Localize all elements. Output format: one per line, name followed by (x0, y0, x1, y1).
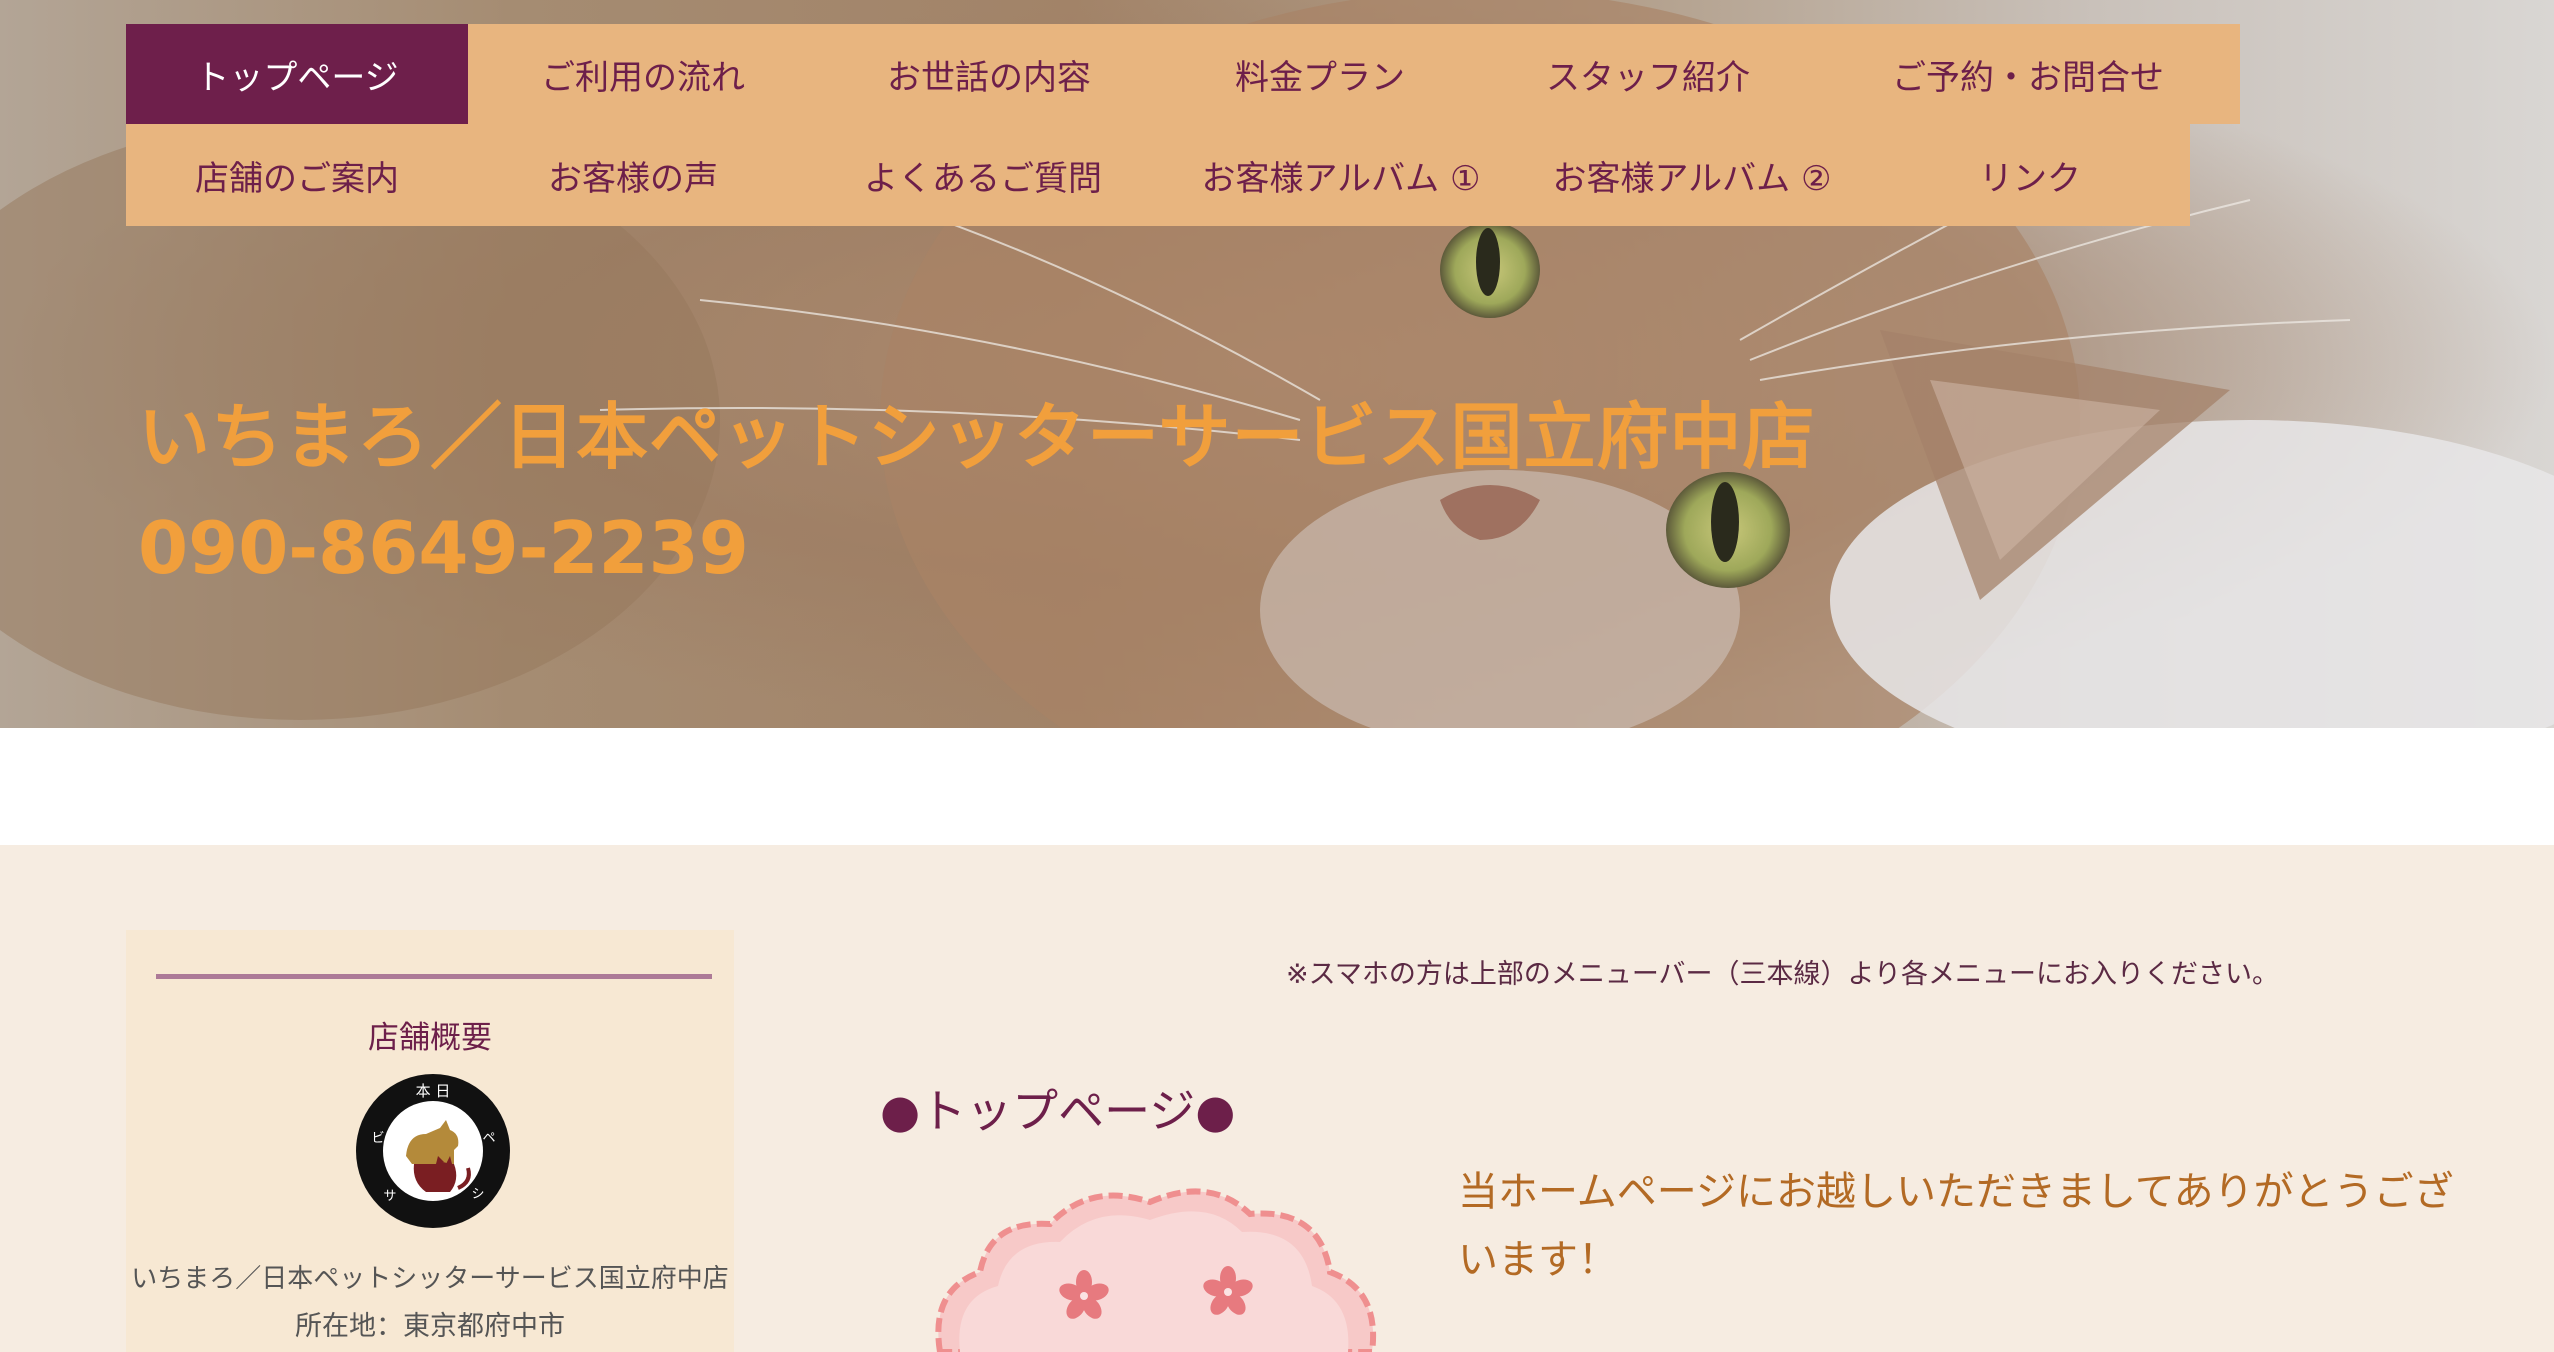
sidebar-divider (156, 974, 712, 979)
sidebar-address: 所在地：東京都府中市 (295, 1311, 565, 1342)
site-title[interactable]: いちまろ／日本ペットシッターサービス国立府中店 (138, 397, 1816, 477)
svg-text:ビ: ビ (371, 1131, 384, 1146)
svg-text:シ: シ (471, 1187, 484, 1202)
nav-row-1: トップページ ご利用の流れ お世話の内容 料金プラン スタッフ紹介 ご予約・お問… (126, 24, 2240, 124)
svg-text:ペ: ペ (482, 1131, 495, 1146)
nav-item-album-1[interactable]: お客様アルバム ① (1168, 124, 1514, 226)
nav-row-2: 店舗のご案内 お客様の声 よくあるご質問 お客様アルバム ① お客様アルバム ②… (126, 124, 2190, 226)
mobile-menu-notice: ※スマホの方は上部のメニューバー（三本線）より各メニューにお入りください。 (1286, 959, 2280, 990)
page-heading: ●トップページ● (880, 1084, 1236, 1138)
welcome-message: 当ホームページにお越しいただきましてありがとうございます！ (1458, 1169, 2454, 1283)
sidebar-store-name: いちまろ／日本ペットシッターサービス国立府中店 (131, 1264, 729, 1294)
svg-text:サ: サ (383, 1189, 396, 1204)
nav-item-pricing[interactable]: 料金プラン (1160, 24, 1480, 124)
nav-item-usage-flow[interactable]: ご利用の流れ (468, 24, 818, 124)
nav-item-customer-voices[interactable]: お客様の声 (468, 124, 798, 226)
nav-item-reservation-contact[interactable]: ご予約・お問合せ (1816, 24, 2240, 124)
nav-item-store-info[interactable]: 店舗のご案内 (126, 124, 468, 226)
svg-text:本 日: 本 日 (416, 1082, 451, 1100)
site-phone[interactable]: 090-8649-2239 (138, 506, 749, 590)
pet-sitter-logo-icon: 本 日 ペ ビ サ シ (356, 1074, 510, 1228)
nav-item-staff[interactable]: スタッフ紹介 (1480, 24, 1816, 124)
nav-item-top-page[interactable]: トップページ (126, 24, 468, 124)
nav-item-care-details[interactable]: お世話の内容 (818, 24, 1160, 124)
nav-item-album-2[interactable]: お客様アルバム ② (1514, 124, 1870, 226)
sidebar-store-overview: 店舗概要 本 日 ペ ビ サ シ いちまろ／日本ペットシッターサービス国立府中店… (126, 930, 734, 1352)
nav-item-links[interactable]: リンク (1870, 124, 2190, 226)
nav-item-faq[interactable]: よくあるご質問 (798, 124, 1168, 226)
sidebar-heading: 店舗概要 (368, 1020, 492, 1056)
sakura-cloud-icon (935, 1188, 1376, 1352)
